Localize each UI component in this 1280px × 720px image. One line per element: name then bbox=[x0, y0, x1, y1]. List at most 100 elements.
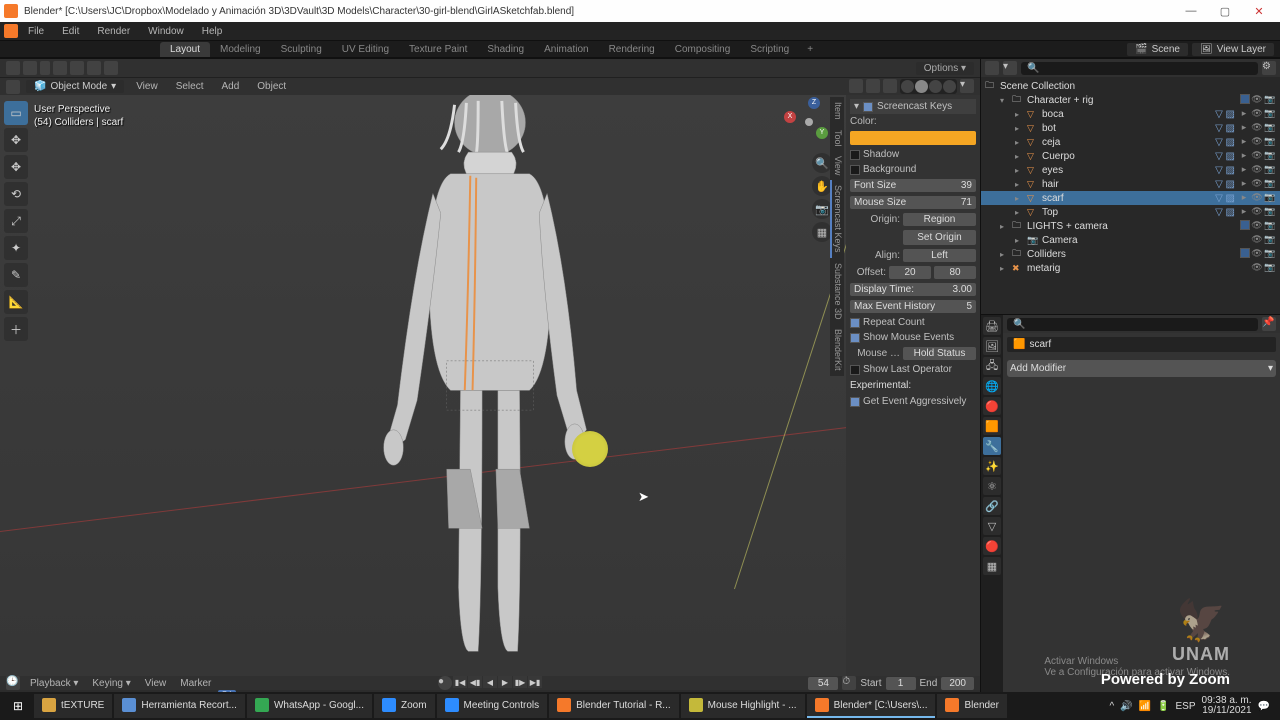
menu-edit[interactable]: Edit bbox=[54, 24, 87, 39]
mouse-size-input[interactable]: Mouse Size71 bbox=[850, 196, 976, 209]
close-button[interactable]: ✕ bbox=[1242, 2, 1276, 20]
editor-icon[interactable] bbox=[6, 80, 20, 94]
trans-move-icon[interactable] bbox=[53, 61, 67, 75]
editor-type-icon[interactable] bbox=[6, 61, 20, 75]
output-tab-icon[interactable]: 🖼 bbox=[983, 337, 1001, 355]
viewport-canvas[interactable]: ➤ User Perspective (54) Colliders | scar… bbox=[0, 95, 980, 676]
outliner-object-row[interactable]: ▸▽ceja ▽ ▨▸👁📷 bbox=[981, 135, 1280, 149]
menu-file[interactable]: File bbox=[20, 24, 52, 39]
outliner-search[interactable]: 🔍 bbox=[1021, 62, 1258, 75]
tab-add[interactable]: + bbox=[799, 42, 821, 57]
viewlayer-tab-icon[interactable]: 🖧 bbox=[983, 357, 1001, 375]
constraint-tab-icon[interactable]: 🔗 bbox=[983, 497, 1001, 515]
offset-y-input[interactable]: 80 bbox=[934, 266, 976, 279]
marker-menu[interactable]: Marker bbox=[176, 677, 215, 690]
tab-scripting[interactable]: Scripting bbox=[740, 42, 799, 57]
outliner-object-row[interactable]: ▸▽Cuerpo ▽ ▨▸👁📷 bbox=[981, 149, 1280, 163]
zoom-icon[interactable]: 🔍 bbox=[812, 153, 832, 173]
taskbar-item[interactable]: tEXTURE bbox=[34, 694, 112, 718]
nav-gizmo[interactable]: X Y Z bbox=[786, 99, 832, 145]
overlay-toggle-icon[interactable] bbox=[866, 79, 880, 93]
mesh-tab-icon[interactable]: ▽ bbox=[983, 517, 1001, 535]
max-event-input[interactable]: Max Event History5 bbox=[850, 300, 976, 313]
tab-texture[interactable]: Texture Paint bbox=[399, 42, 477, 57]
jump-start-icon[interactable]: ▮◀ bbox=[453, 676, 467, 688]
matprev-shade-icon[interactable] bbox=[929, 80, 942, 93]
tab-uv[interactable]: UV Editing bbox=[332, 42, 399, 57]
scale-tool-icon[interactable]: ⤢ bbox=[4, 209, 28, 233]
outliner-object-row[interactable]: ▸▽hair ▽ ▨▸👁📷 bbox=[981, 177, 1280, 191]
outliner-row[interactable]: ▸✖metarig👁📷 bbox=[981, 261, 1280, 275]
shadow-checkbox[interactable] bbox=[850, 150, 860, 160]
outliner-row[interactable]: ▸📷Camera👁📷 bbox=[981, 233, 1280, 247]
render-shade-icon[interactable] bbox=[943, 80, 956, 93]
offset-x-input[interactable]: 20 bbox=[889, 266, 931, 279]
annotate-tool-icon[interactable]: ✎ bbox=[4, 263, 28, 287]
key-next-icon[interactable]: ▮▶ bbox=[513, 676, 527, 688]
trans-rot-icon[interactable] bbox=[70, 61, 84, 75]
bg-checkbox[interactable] bbox=[850, 165, 860, 175]
repeat-checkbox[interactable] bbox=[850, 318, 860, 328]
lastop-checkbox[interactable] bbox=[850, 365, 860, 375]
physics-tab-icon[interactable]: ⚛ bbox=[983, 477, 1001, 495]
tab-compositing[interactable]: Compositing bbox=[665, 42, 741, 57]
add-tool-icon[interactable]: ＋ bbox=[4, 317, 28, 341]
taskbar-item[interactable]: WhatsApp - Googl... bbox=[247, 694, 372, 718]
enable-checkbox[interactable] bbox=[863, 102, 873, 112]
pan-icon[interactable]: ✋ bbox=[812, 176, 832, 196]
outliner-icon[interactable] bbox=[985, 61, 999, 75]
outliner-object-row[interactable]: ▸▽scarf ▽ ▨▸👁📷 bbox=[981, 191, 1280, 205]
mode-selector[interactable]: 🧊 Object Mode ▾ bbox=[26, 80, 124, 93]
end-frame-input[interactable]: 200 bbox=[941, 677, 974, 690]
modifier-tab-icon[interactable]: 🔧 bbox=[983, 437, 1001, 455]
start-button[interactable]: ⊞ bbox=[4, 694, 32, 718]
taskbar-item[interactable]: Zoom bbox=[374, 694, 435, 718]
getevent-checkbox[interactable] bbox=[850, 397, 860, 407]
menu-add[interactable]: Add bbox=[215, 80, 245, 93]
tab-layout[interactable]: Layout bbox=[160, 42, 210, 57]
add-modifier-button[interactable]: Add Modifier▾ bbox=[1007, 360, 1276, 377]
outliner-object-row[interactable]: ▸▽bot ▽ ▨▸👁📷 bbox=[981, 121, 1280, 135]
select-tool-icon[interactable]: ▭ bbox=[4, 101, 28, 125]
texture-tab-icon[interactable]: ▦ bbox=[983, 557, 1001, 575]
camera-icon[interactable]: 📷 bbox=[812, 199, 832, 219]
view-menu[interactable]: View bbox=[141, 677, 171, 690]
playback-menu[interactable]: Playback ▾ bbox=[26, 677, 82, 690]
display-mode-icon[interactable]: ▾ bbox=[1003, 61, 1017, 75]
taskbar-item[interactable]: Mouse Highlight - ... bbox=[681, 694, 805, 718]
current-frame-input[interactable]: 54 bbox=[808, 677, 838, 690]
preview-range-icon[interactable]: ⏱ bbox=[842, 676, 856, 690]
viewlayer-selector[interactable]: 🖼 View Layer bbox=[1192, 43, 1274, 56]
play-icon[interactable]: ▶ bbox=[498, 676, 512, 688]
scene-selector[interactable]: 🎬 Scene bbox=[1127, 43, 1188, 56]
gizmo-toggle-icon[interactable] bbox=[849, 79, 863, 93]
world-tab-icon[interactable]: 🔴 bbox=[983, 397, 1001, 415]
display-time-input[interactable]: Display Time:3.00 bbox=[850, 283, 976, 296]
solid-shade-icon[interactable] bbox=[915, 80, 928, 93]
outliner-row[interactable]: ▸🗀Colliders👁📷 bbox=[981, 247, 1280, 261]
origin-dropdown[interactable]: Region bbox=[903, 213, 976, 226]
menu-window[interactable]: Window bbox=[140, 24, 192, 39]
play-rev-icon[interactable]: ◀ bbox=[483, 676, 497, 688]
taskbar-item[interactable]: Blender* [C:\Users\... bbox=[807, 694, 936, 718]
pin-icon[interactable]: 📌 bbox=[1262, 317, 1276, 331]
taskbar-item[interactable]: Blender bbox=[937, 694, 1006, 718]
autokey-icon[interactable]: ● bbox=[438, 676, 452, 690]
tray-lang[interactable]: ESP bbox=[1176, 701, 1196, 712]
showmouse-checkbox[interactable] bbox=[850, 333, 860, 343]
tab-modeling[interactable]: Modeling bbox=[210, 42, 271, 57]
tab-screencast[interactable]: Screencast Keys bbox=[830, 180, 844, 258]
trans-all-icon[interactable] bbox=[104, 61, 118, 75]
minimize-button[interactable]: — bbox=[1174, 2, 1208, 20]
set-origin-button[interactable]: Set Origin bbox=[903, 230, 976, 245]
outliner-object-row[interactable]: ▸▽Top ▽ ▨▸👁📷 bbox=[981, 205, 1280, 219]
breadcrumb[interactable]: 🟧 scarf bbox=[1007, 337, 1276, 352]
outliner-object-row[interactable]: ▸▽eyes ▽ ▨▸👁📷 bbox=[981, 163, 1280, 177]
render-tab-icon[interactable]: 🖨 bbox=[983, 317, 1001, 335]
menu-object[interactable]: Object bbox=[251, 80, 292, 93]
menu-render[interactable]: Render bbox=[89, 24, 138, 39]
tab-blenderkit[interactable]: BlenderKit bbox=[830, 324, 844, 376]
start-frame-input[interactable]: 1 bbox=[886, 677, 916, 690]
measure-tool-icon[interactable]: 📐 bbox=[4, 290, 28, 314]
cursor-icon[interactable] bbox=[23, 61, 37, 75]
